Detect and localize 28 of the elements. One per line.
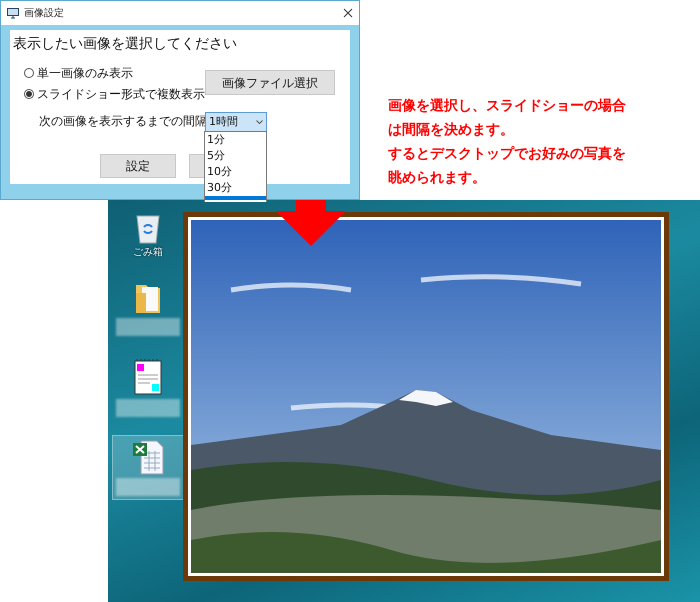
dropdown-option[interactable]: 30分 [205,180,266,196]
blurred-label [116,399,180,417]
radio-button[interactable] [24,89,34,99]
blurred-label [116,318,180,336]
annotation-text: 画像を選択し、スライドショーの場合 [388,97,626,116]
chevron-down-icon [256,120,263,124]
annotation-text: 眺められます。 [388,169,487,188]
dropdown-option[interactable]: 5分 [205,148,266,164]
monitor-icon [7,8,19,18]
close-icon[interactable] [343,8,353,18]
dialog-heading: 表示したい画像を選択してください [13,35,237,54]
dropdown-value: 1時間 [209,114,239,130]
spreadsheet-icon [131,439,165,475]
ok-button[interactable]: 設定 [100,154,176,178]
select-file-button[interactable]: 画像ファイル選択 [205,70,335,95]
dropdown-option[interactable]: 10分 [205,164,266,180]
notepad-icon [133,358,163,396]
desktop-icon[interactable]: ごみ箱 [112,206,184,263]
interval-dropdown[interactable]: 1時間 [205,112,267,132]
blurred-label [116,478,180,496]
annotation-text: は間隔を決めます。 [388,121,515,140]
dropdown-option[interactable]: 1分 [205,132,266,148]
radio-button[interactable] [24,68,34,78]
radio-label: スライドショー形式で複数表示 [37,86,205,103]
icon-label: ごみ箱 [133,247,163,259]
radio-label: 単一画像のみ表示 [37,65,133,82]
annotation-text: するとデスクトップでお好みの写真を [388,145,626,164]
window-title: 画像設定 [24,6,64,20]
